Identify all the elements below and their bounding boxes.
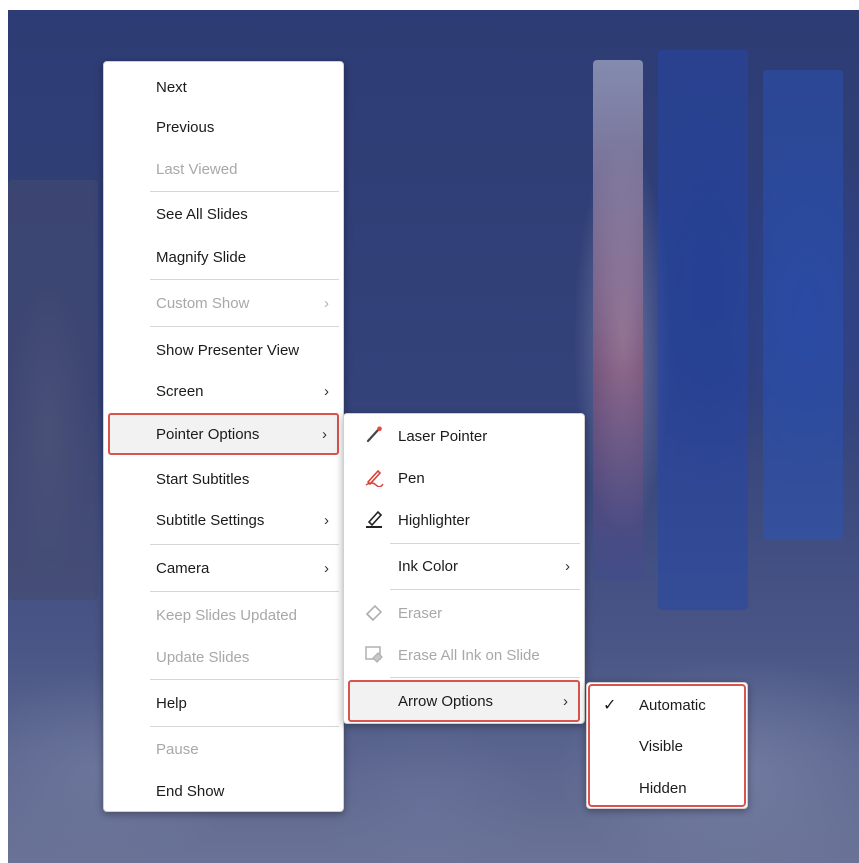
menu-item-laser-pointer[interactable]: Laser Pointer	[348, 416, 580, 456]
menu-separator	[150, 279, 339, 280]
menu-item-arrow-options[interactable]: Arrow Options ›	[348, 680, 580, 722]
menu-item-label: Custom Show	[156, 294, 250, 312]
menu-item-label: Ink Color	[398, 557, 459, 575]
chevron-right-icon: ›	[563, 692, 568, 710]
pen-icon	[365, 469, 384, 487]
menu-item-label: Arrow Options	[398, 692, 494, 710]
menu-item-end-show[interactable]: End Show	[108, 771, 339, 811]
check-icon: ✓	[603, 697, 617, 714]
chevron-right-icon: ›	[322, 425, 327, 443]
menu-item-automatic[interactable]: ✓ Automatic	[591, 685, 743, 725]
menu-separator	[150, 679, 339, 680]
menu-item-pause[interactable]: Pause	[108, 729, 339, 769]
menu-item-label: Keep Slides Updated	[156, 606, 297, 624]
menu-item-highlighter[interactable]: Highlighter	[348, 500, 580, 540]
erase-all-ink-icon	[365, 646, 383, 663]
menu-item-last-viewed[interactable]: Last Viewed	[108, 149, 339, 189]
menu-item-label: See All Slides	[156, 205, 248, 223]
menu-item-label: Screen	[156, 382, 204, 400]
menu-item-label: Laser Pointer	[398, 427, 488, 445]
menu-item-keep-slides-updated[interactable]: Keep Slides Updated	[108, 595, 339, 635]
chevron-right-icon: ›	[324, 511, 329, 529]
flag-decor	[658, 50, 748, 610]
menu-item-label: Last Viewed	[156, 160, 238, 178]
menu-item-label: Pause	[156, 740, 199, 758]
menu-separator	[150, 191, 339, 192]
chevron-right-icon: ›	[324, 294, 329, 312]
menu-item-camera[interactable]: Camera ›	[108, 548, 339, 588]
menu-separator	[150, 591, 339, 592]
menu-item-hidden[interactable]: Hidden	[591, 768, 743, 808]
menu-item-screen[interactable]: Screen ›	[108, 371, 339, 411]
menu-item-subtitle-settings[interactable]: Subtitle Settings ›	[108, 500, 339, 540]
menu-item-label: Magnify Slide	[156, 248, 247, 266]
flag-decor	[593, 60, 643, 580]
eraser-icon	[365, 604, 383, 622]
menu-separator	[150, 326, 339, 327]
menu-item-label: Pen	[398, 469, 425, 487]
menu-item-label: Pointer Options	[156, 425, 260, 443]
laser-pointer-icon	[366, 426, 382, 443]
slideshow-context-menu: Next Previous Last Viewed See All Slides…	[103, 61, 344, 812]
chevron-right-icon: ›	[324, 559, 329, 577]
chevron-right-icon: ›	[324, 382, 329, 400]
menu-separator	[150, 544, 339, 545]
menu-item-label: Eraser	[398, 604, 443, 622]
pointer-options-submenu: Laser Pointer Pen Highlighter Ink Color …	[343, 413, 585, 724]
menu-item-help[interactable]: Help	[108, 683, 339, 723]
speaker-figure	[8, 180, 98, 600]
menu-item-next[interactable]: Next	[108, 67, 339, 107]
menu-item-custom-show[interactable]: Custom Show ›	[108, 283, 339, 323]
menu-item-label: Highlighter	[398, 511, 470, 529]
menu-item-label: Next	[156, 78, 187, 96]
highlighter-icon	[366, 510, 383, 528]
menu-item-label: Camera	[156, 559, 210, 577]
menu-item-start-subtitles[interactable]: Start Subtitles	[108, 459, 339, 499]
menu-item-erase-all-ink[interactable]: Erase All Ink on Slide	[348, 635, 580, 675]
menu-item-previous[interactable]: Previous	[108, 107, 339, 147]
menu-item-eraser[interactable]: Eraser	[348, 593, 580, 633]
menu-item-visible[interactable]: Visible	[591, 726, 743, 766]
menu-item-ink-color[interactable]: Ink Color ›	[348, 546, 580, 586]
flag-decor	[763, 70, 843, 540]
menu-item-label: Visible	[639, 737, 683, 755]
menu-item-see-all-slides[interactable]: See All Slides	[108, 194, 339, 234]
menu-item-magnify-slide[interactable]: Magnify Slide	[108, 237, 339, 277]
menu-item-label: Erase All Ink on Slide	[398, 646, 540, 664]
menu-separator	[390, 589, 580, 590]
chevron-right-icon: ›	[565, 557, 570, 575]
menu-item-label: Hidden	[639, 779, 687, 797]
menu-item-label: Update Slides	[156, 648, 250, 666]
arrow-options-submenu: ✓ Automatic Visible Hidden	[586, 682, 748, 809]
menu-separator	[390, 543, 580, 544]
menu-item-pen[interactable]: Pen	[348, 458, 580, 498]
menu-item-update-slides[interactable]: Update Slides	[108, 637, 339, 677]
menu-item-label: End Show	[156, 782, 225, 800]
menu-item-label: Previous	[156, 118, 215, 136]
menu-separator	[390, 677, 580, 678]
menu-item-label: Show Presenter View	[156, 341, 300, 359]
menu-item-label: Subtitle Settings	[156, 511, 265, 529]
menu-separator	[150, 726, 339, 727]
menu-item-show-presenter-view[interactable]: Show Presenter View	[108, 330, 339, 370]
menu-item-label: Help	[156, 694, 187, 712]
menu-item-label: Start Subtitles	[156, 470, 250, 488]
menu-item-label: Automatic	[639, 696, 706, 714]
menu-item-pointer-options[interactable]: Pointer Options ›	[108, 413, 339, 455]
